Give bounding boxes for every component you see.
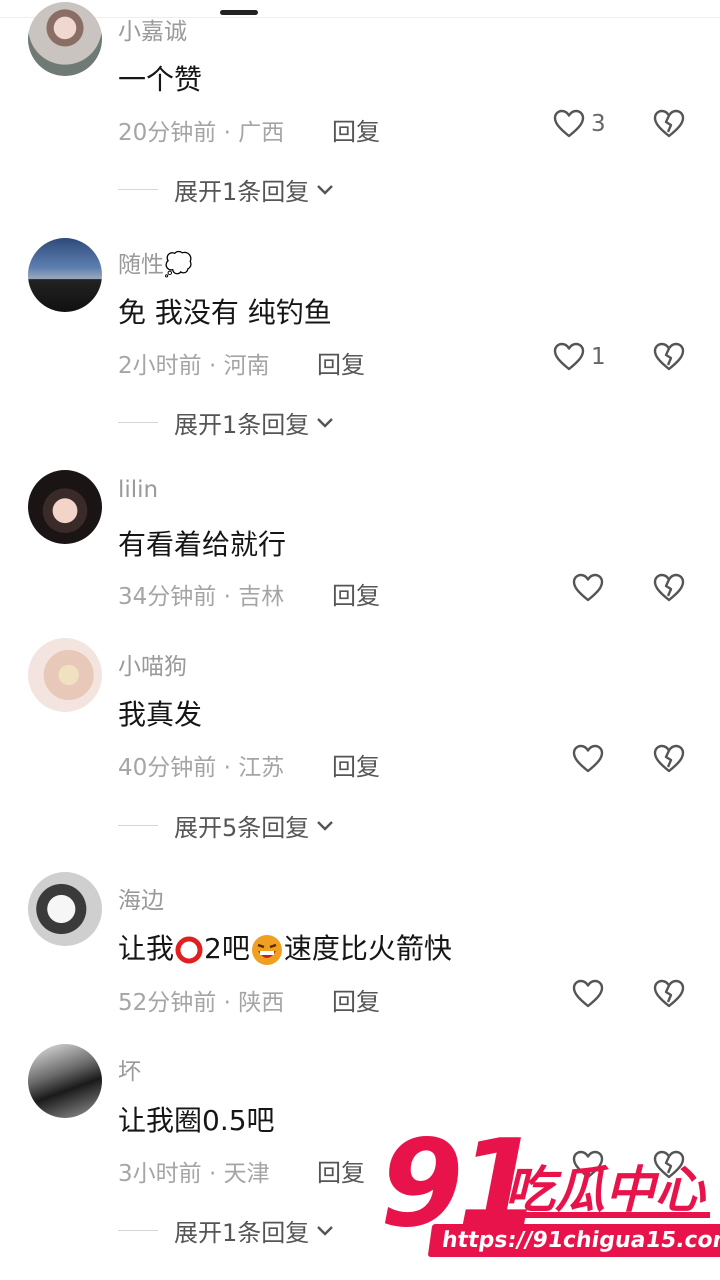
- avatar[interactable]: [28, 2, 102, 76]
- divider: [118, 189, 158, 190]
- like-button[interactable]: [572, 744, 604, 774]
- chevron-down-icon: [317, 184, 334, 195]
- dislike-button[interactable]: [653, 342, 685, 372]
- comment-username[interactable]: 海边: [118, 881, 164, 915]
- like-button[interactable]: 1: [553, 342, 606, 372]
- divider: [118, 825, 158, 826]
- red-circle-icon: [175, 936, 203, 964]
- comment-meta: 20分钟前 · 广西: [118, 120, 285, 146]
- watermark-bar: [510, 1212, 710, 1218]
- watermark: 91 吃瓜中心 https://91chigua15.com: [380, 1120, 720, 1270]
- comment-meta: 2小时前 · 河南: [118, 353, 270, 379]
- like-button[interactable]: 3: [553, 109, 606, 139]
- reply-button[interactable]: 回复: [332, 747, 380, 782]
- divider: [118, 1230, 158, 1231]
- expand-replies-label: 展开1条回复: [174, 178, 310, 206]
- comment-username[interactable]: 小嘉诚: [118, 12, 187, 46]
- expand-replies[interactable]: 展开1条回复: [118, 1213, 335, 1248]
- heart-icon: [572, 979, 604, 1008]
- avatar[interactable]: [28, 872, 102, 946]
- comment-meta: 3小时前 · 天津: [118, 1161, 270, 1187]
- top-bar: [0, 0, 720, 18]
- comment-username[interactable]: lilin: [118, 477, 158, 503]
- chevron-down-icon: [317, 820, 334, 831]
- like-button[interactable]: [572, 573, 604, 603]
- like-count: 1: [591, 344, 606, 370]
- avatar[interactable]: [28, 1044, 102, 1118]
- heart-icon: [572, 744, 604, 773]
- comment-username[interactable]: 随性💭: [118, 245, 193, 279]
- comment-text: 有看着给就行: [118, 528, 287, 561]
- comment-text: 让我 2吧 速度比火箭快: [118, 932, 452, 965]
- dislike-button[interactable]: [653, 744, 685, 774]
- dislike-button[interactable]: [653, 979, 685, 1009]
- avatar[interactable]: [28, 470, 102, 544]
- drag-handle[interactable]: [220, 10, 258, 15]
- avatar[interactable]: [28, 238, 102, 312]
- divider: [118, 422, 158, 423]
- comment-username[interactable]: 坏: [118, 1052, 141, 1086]
- heart-icon: [553, 342, 585, 371]
- like-button[interactable]: [572, 979, 604, 1009]
- broken-heart-icon: [653, 979, 685, 1008]
- laughing-emoji-icon: [251, 935, 282, 965]
- avatar[interactable]: [28, 638, 102, 712]
- expand-replies[interactable]: 展开1条回复: [118, 405, 335, 440]
- reply-button[interactable]: 回复: [332, 982, 380, 1017]
- comment-text: 我真发: [118, 698, 203, 731]
- watermark-url: https://91chigua15.com: [427, 1224, 720, 1257]
- broken-heart-icon: [653, 109, 685, 138]
- like-count: 3: [591, 111, 606, 137]
- dislike-button[interactable]: [653, 573, 685, 603]
- expand-replies[interactable]: 展开5条回复: [118, 808, 335, 843]
- comment-username[interactable]: 小喵狗: [118, 647, 187, 681]
- heart-icon: [572, 573, 604, 602]
- reply-button[interactable]: 回复: [332, 576, 380, 611]
- chevron-down-icon: [317, 1225, 334, 1236]
- comment-text: 一个赞: [118, 63, 203, 96]
- broken-heart-icon: [653, 342, 685, 371]
- expand-replies-label: 展开1条回复: [174, 411, 310, 439]
- expand-replies-label: 展开5条回复: [174, 814, 310, 842]
- comment-meta: 40分钟前 · 江苏: [118, 755, 285, 781]
- comment-text: 免 我没有 纯钓鱼: [118, 296, 332, 329]
- broken-heart-icon: [653, 573, 685, 602]
- heart-icon: [553, 109, 585, 138]
- comment-meta: 34分钟前 · 吉林: [118, 584, 285, 610]
- reply-button[interactable]: 回复: [332, 112, 380, 147]
- comment-meta: 52分钟前 · 陕西: [118, 990, 285, 1016]
- expand-replies[interactable]: 展开1条回复: [118, 172, 335, 207]
- chevron-down-icon: [317, 417, 334, 428]
- comment-text: 让我圈0.5吧: [118, 1104, 275, 1137]
- reply-button[interactable]: 回复: [317, 1153, 365, 1188]
- dislike-button[interactable]: [653, 109, 685, 139]
- expand-replies-label: 展开1条回复: [174, 1219, 310, 1247]
- broken-heart-icon: [653, 744, 685, 773]
- reply-button[interactable]: 回复: [317, 345, 365, 380]
